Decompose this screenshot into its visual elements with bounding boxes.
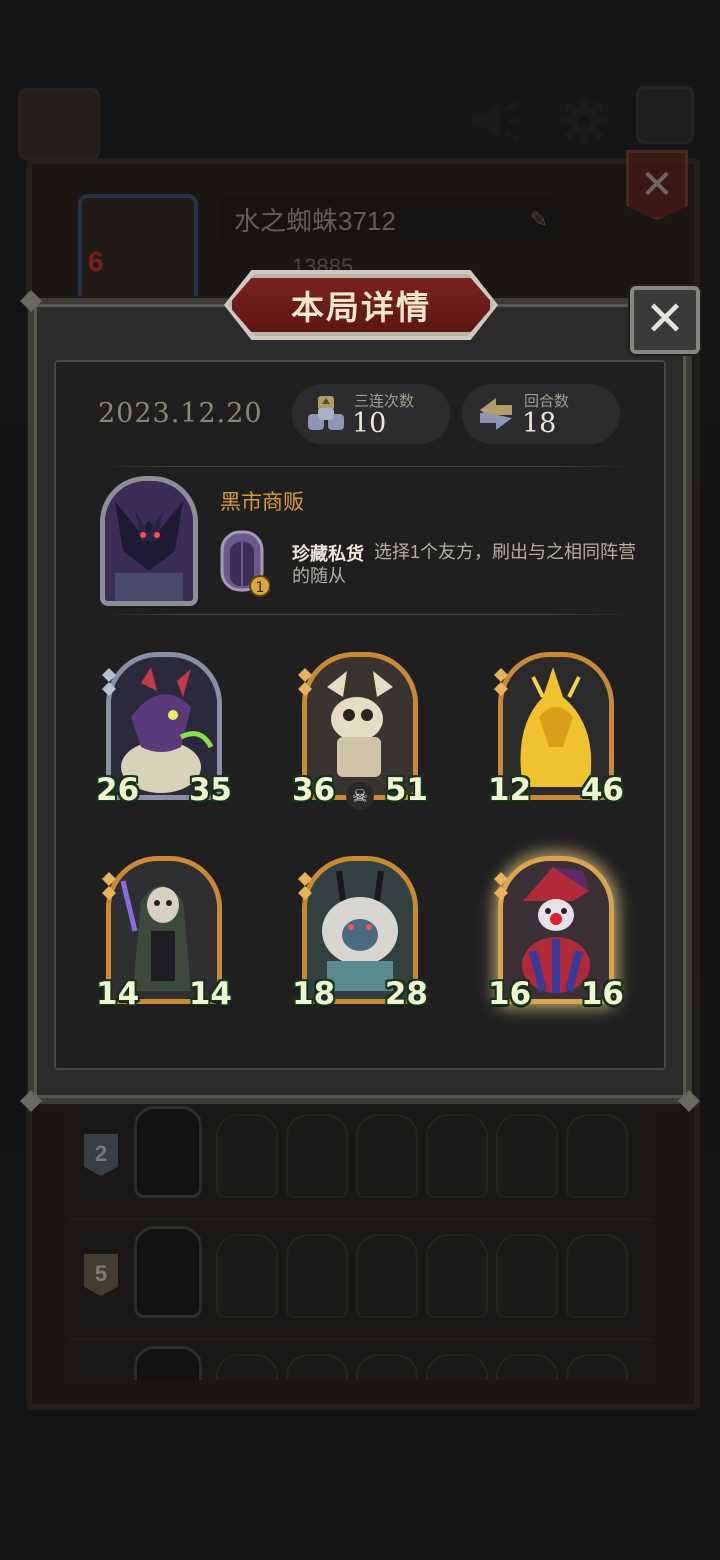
minion-attack: 12 xyxy=(488,772,532,808)
match-date: 2023.12.20 xyxy=(98,398,263,429)
minion-card[interactable]: 18 28 xyxy=(292,856,428,1016)
minion-health: 14 xyxy=(188,976,232,1012)
hero-portrait[interactable] xyxy=(100,476,198,606)
round-count-stat: 回合数 18 xyxy=(462,384,620,444)
minion-attack: 14 xyxy=(96,976,140,1012)
minion-attack: 16 xyxy=(488,976,532,1012)
modal-title: 本局详情 xyxy=(291,288,431,327)
minion-health: 28 xyxy=(384,976,428,1012)
triple-count-value: 10 xyxy=(352,408,387,439)
minion-card[interactable]: 12 46 xyxy=(488,652,624,812)
bat-merchant-art xyxy=(105,481,193,601)
hero-name: 黑市商贩 xyxy=(220,491,304,514)
triple-icon xyxy=(308,396,344,430)
rounds-icon xyxy=(480,398,512,430)
title-banner: 本局详情 xyxy=(228,274,494,336)
divider xyxy=(98,614,632,615)
skill-cost: 1 xyxy=(256,580,265,596)
modal-close-button[interactable]: ✕ xyxy=(630,286,700,354)
minion-card[interactable]: ☠ 36 51 xyxy=(292,652,428,812)
triple-count-stat: 三连次数 10 xyxy=(292,384,450,444)
minion-attack: 26 xyxy=(96,772,140,808)
minion-card[interactable]: 26 35 xyxy=(96,652,232,812)
minion-health: 35 xyxy=(188,772,232,808)
minion-attack: 36 xyxy=(292,772,336,808)
divider xyxy=(98,466,632,467)
skill-name: 珍藏私货 xyxy=(292,544,364,564)
skull-icon: ☠ xyxy=(346,782,374,810)
minion-card[interactable]: 16 16 xyxy=(488,856,624,1016)
close-icon: ✕ xyxy=(644,293,686,346)
minion-health: 46 xyxy=(580,772,624,808)
round-count-value: 18 xyxy=(522,408,557,439)
skill-door-icon[interactable]: 1 xyxy=(218,528,270,598)
minion-attack: 18 xyxy=(292,976,336,1012)
minion-card[interactable]: 14 14 xyxy=(96,856,232,1016)
minion-health: 51 xyxy=(384,772,428,808)
minion-health: 16 xyxy=(580,976,624,1012)
